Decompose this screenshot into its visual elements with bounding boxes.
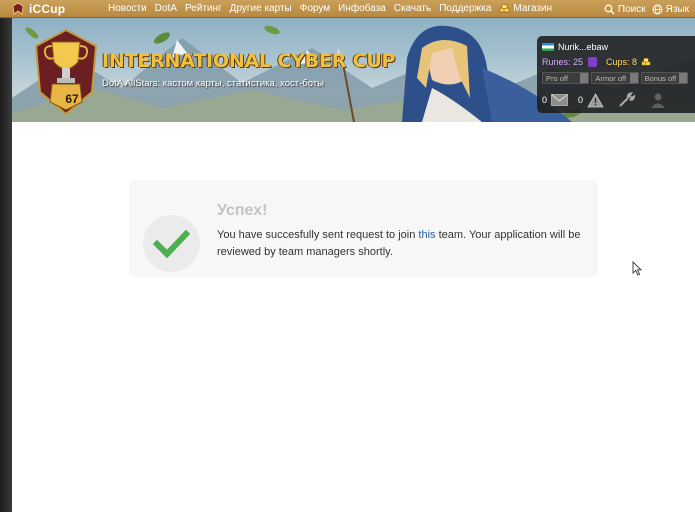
nav-item-other-maps[interactable]: Другие карты — [230, 3, 292, 14]
nav-right: Поиск Язык — [604, 0, 695, 18]
success-circle — [143, 215, 200, 272]
username-link[interactable]: Nurik...ebaw — [558, 42, 608, 52]
toggle-knob — [629, 73, 638, 83]
messages-count: 0 — [542, 95, 548, 105]
user-silhouette-icon — [651, 93, 666, 108]
gold-bars-icon — [500, 4, 510, 13]
user-currency-row: Runes: 25 Cups: 8 — [542, 54, 690, 70]
armor-toggle[interactable]: Armor off — [591, 72, 639, 84]
language-button[interactable]: Язык — [652, 4, 689, 15]
nav-item-support[interactable]: Поддержка — [439, 3, 491, 14]
pro-toggle[interactable]: Pro off — [542, 72, 590, 84]
nav-item-dota[interactable]: DotA — [155, 3, 177, 14]
rune-icon — [588, 57, 598, 67]
nav-item-forum[interactable]: Форум — [300, 3, 330, 14]
success-alert: Успех! You have succesfully sent request… — [129, 180, 598, 277]
left-background-strip — [0, 18, 12, 512]
cups-count: Cups: 8 — [606, 57, 638, 67]
nav-item-news[interactable]: Новости — [108, 3, 147, 14]
globe-icon — [652, 4, 663, 14]
toggle-knob — [678, 73, 687, 83]
banner-subtitle: DotA AllStars: кастом карты, статистика,… — [102, 78, 324, 89]
warnings-count: 0 — [578, 95, 584, 105]
runes-count: Runes: 25 — [542, 57, 584, 67]
envelope-icon — [551, 94, 568, 106]
bonus-toggle-label: Bonus off — [644, 73, 677, 83]
user-actions-row: 0 0 — [542, 90, 690, 110]
profile-button[interactable] — [646, 92, 666, 108]
toggle-knob — [580, 73, 589, 83]
messages-button[interactable]: 0 — [542, 94, 568, 106]
country-flag-icon — [542, 43, 554, 51]
gold-bars-icon — [641, 58, 651, 66]
armor-toggle-label: Armor off — [595, 73, 627, 83]
logo-text: iCCup — [29, 1, 66, 16]
alert-text-before: You have succesfully sent request to joi… — [217, 229, 419, 241]
nav-menu: Новости DotA Рейтинг Другие карты Форум … — [108, 3, 560, 14]
user-toggles-row: Pro off Armor off Bonus off — [542, 72, 690, 84]
search-label: Поиск — [617, 3, 646, 15]
nav-item-shop-label: Магазин — [513, 3, 552, 14]
alert-message: You have succesfully sent request to joi… — [217, 227, 587, 260]
wrench-icon — [619, 92, 636, 107]
warnings-button[interactable]: 0 — [578, 92, 604, 108]
user-panel: Nurik...ebaw Runes: 25 Cups: 8 Pro off A… — [537, 36, 695, 113]
nav-item-infobase[interactable]: Инфобаза — [338, 3, 386, 14]
team-link[interactable]: this — [418, 229, 435, 241]
mouse-cursor-icon — [632, 261, 642, 276]
settings-button[interactable] — [614, 92, 636, 108]
language-label: Язык — [665, 3, 689, 15]
checkmark-icon — [152, 229, 191, 259]
search-button[interactable]: Поиск — [604, 4, 646, 15]
top-navigation: iCCup Новости DotA Рейтинг Другие карты … — [0, 0, 695, 18]
bonus-toggle[interactable]: Bonus off — [640, 72, 688, 84]
logo-emblem-icon — [12, 2, 24, 15]
user-name-row: Nurik...ebaw — [542, 40, 690, 54]
nav-item-shop[interactable]: Магазин — [499, 3, 552, 14]
nav-item-download[interactable]: Скачать — [394, 3, 432, 14]
player-level: 67 — [65, 92, 79, 106]
site-logo[interactable]: iCCup — [0, 0, 108, 18]
pro-toggle-label: Pro off — [546, 73, 568, 83]
nav-item-rating[interactable]: Рейтинг — [185, 3, 222, 14]
warning-icon — [587, 92, 604, 107]
search-icon — [604, 4, 615, 14]
main-content: Успех! You have succesfully sent request… — [12, 122, 695, 512]
banner-title: INTERNATIONAL CYBER CUP — [102, 50, 396, 72]
alert-title: Успех! — [217, 202, 268, 219]
